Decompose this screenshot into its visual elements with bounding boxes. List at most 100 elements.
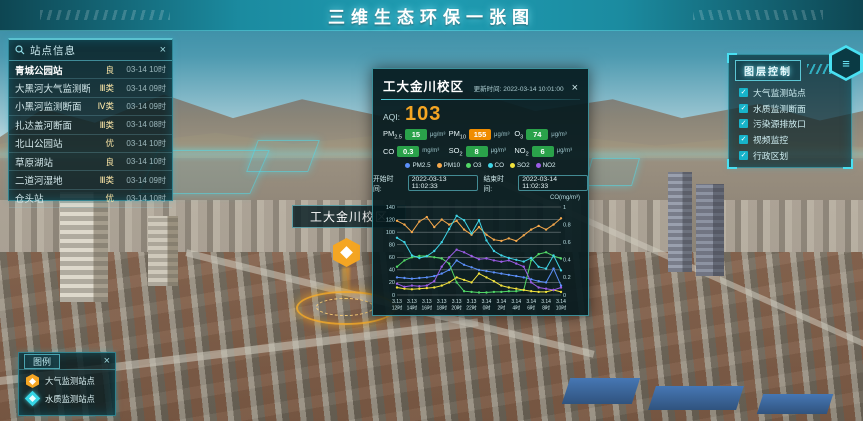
svg-text:140: 140 bbox=[386, 205, 395, 211]
checkbox-checked-icon[interactable]: ✓ bbox=[739, 88, 748, 97]
station-list: 青城公园站良03-14 10时大黑河大气监测断面Ⅲ类03-14 09时小黑河监测… bbox=[9, 61, 172, 208]
svg-text:0: 0 bbox=[392, 293, 395, 299]
station-name: 大黑河大气监测断面 bbox=[15, 81, 90, 95]
station-row[interactable]: 大黑河大气监测断面Ⅲ类03-14 09时 bbox=[9, 79, 172, 97]
svg-text:6时: 6时 bbox=[527, 305, 535, 312]
svg-text:1: 1 bbox=[563, 205, 566, 211]
station-name: 仓头站 bbox=[15, 191, 90, 205]
chart-legend-item[interactable]: O3 bbox=[466, 162, 481, 169]
pollutant-reading: O374μg/m³ bbox=[514, 129, 580, 141]
chart-legend-label: PM2.5 bbox=[412, 162, 430, 169]
blue-roof-warehouse bbox=[562, 378, 640, 404]
legend-title: 图例 bbox=[24, 354, 60, 369]
checkbox-checked-icon[interactable]: ✓ bbox=[739, 119, 748, 128]
station-row[interactable]: 扎达盖河断面Ⅲ类03-14 08时 bbox=[9, 116, 172, 134]
legend-dot-icon bbox=[510, 163, 515, 168]
highlight-wireframe bbox=[246, 140, 320, 172]
pollutant-reading: PM10155μg/m³ bbox=[449, 129, 515, 141]
station-name: 草原湖站 bbox=[15, 155, 90, 169]
checkbox-checked-icon[interactable]: ✓ bbox=[739, 104, 748, 113]
layer-item[interactable]: ✓大气监测站点 bbox=[739, 85, 845, 101]
legend-item-label: 水质监测站点 bbox=[45, 393, 95, 405]
chart-legend: PM2.5 PM10 O3 CO SO2 NO2 bbox=[373, 160, 588, 171]
pollutant-reading: CO0.3mg/m³ bbox=[383, 146, 449, 158]
pollutant-value-badge: 8 bbox=[466, 146, 488, 157]
layers-glyph: ≡ bbox=[832, 48, 860, 78]
svg-text:22时: 22时 bbox=[466, 305, 477, 312]
start-time-input[interactable]: 2022-03-13 11:02:33 bbox=[408, 175, 478, 191]
pollutant-name: O3 bbox=[514, 129, 523, 141]
svg-text:4时: 4时 bbox=[512, 305, 520, 312]
checkbox-checked-icon[interactable]: ✓ bbox=[739, 151, 748, 160]
pollutant-value-badge: 6 bbox=[532, 146, 554, 157]
station-value: 优 bbox=[90, 192, 114, 204]
search-icon bbox=[15, 45, 25, 55]
aqi-row: AQI: 103 bbox=[373, 100, 588, 127]
end-time-label: 结束时间: bbox=[484, 173, 513, 193]
time-range-row: 开始时间: 2022-03-13 11:02:33 结束时间: 2022-03-… bbox=[373, 171, 588, 194]
pollutant-unit: μg/m³ bbox=[551, 132, 566, 138]
aqi-label: AQI: bbox=[383, 112, 400, 122]
station-name: 北山公园站 bbox=[15, 136, 90, 150]
update-time-value: 2022-03-14 10:01:00 bbox=[503, 86, 563, 93]
header-decoration bbox=[693, 10, 823, 20]
layer-item[interactable]: ✓污染源排放口 bbox=[739, 116, 845, 132]
app-root: 工大金川校区 三维生态环保一张图 站点信息 × 青城公园站良03-14 10时大… bbox=[0, 0, 863, 421]
svg-text:0时: 0时 bbox=[483, 305, 491, 312]
svg-text:3.13: 3.13 bbox=[422, 299, 432, 305]
pollutant-value-badge: 0.3 bbox=[397, 146, 419, 157]
svg-text:0.2: 0.2 bbox=[563, 275, 571, 281]
pollutant-name: SO2 bbox=[449, 146, 463, 158]
pollutant-value-badge: 15 bbox=[405, 129, 427, 140]
close-icon[interactable]: × bbox=[104, 356, 110, 367]
air-station-icon bbox=[26, 374, 39, 388]
station-value: Ⅳ类 bbox=[90, 100, 114, 112]
station-value: Ⅲ类 bbox=[90, 174, 114, 186]
close-icon[interactable]: × bbox=[570, 82, 580, 94]
checkbox-checked-icon[interactable]: ✓ bbox=[739, 135, 748, 144]
pollutant-name: PM10 bbox=[449, 129, 466, 141]
panel-corner bbox=[727, 159, 737, 169]
chart-legend-item[interactable]: NO2 bbox=[536, 162, 556, 169]
close-icon[interactable]: × bbox=[160, 45, 166, 56]
station-row[interactable]: 小黑河监测断面Ⅳ类03-14 09时 bbox=[9, 98, 172, 116]
highlight-wireframe bbox=[584, 158, 640, 186]
station-time: 03-14 10时 bbox=[114, 193, 166, 204]
station-row[interactable]: 青城公园站良03-14 10时 bbox=[9, 61, 172, 79]
layer-item[interactable]: ✓视频监控 bbox=[739, 132, 845, 148]
pollutant-name: NO2 bbox=[514, 146, 528, 158]
end-time-input[interactable]: 2022-03-14 11:02:33 bbox=[518, 175, 588, 191]
update-time: 更新时间: 2022-03-14 10:01:00 bbox=[470, 83, 564, 93]
station-row[interactable]: 仓头站优03-14 10时 bbox=[9, 190, 172, 208]
chart-legend-item[interactable]: PM2.5 bbox=[405, 162, 430, 169]
station-row[interactable]: 二道河湿地Ⅲ类03-14 09时 bbox=[9, 171, 172, 189]
svg-text:120: 120 bbox=[386, 217, 395, 223]
station-time: 03-14 08时 bbox=[114, 119, 166, 130]
pollutant-unit: μg/m³ bbox=[491, 148, 506, 154]
map-legend-panel: 图例 × 大气监测站点水质监测站点 bbox=[18, 352, 116, 416]
station-value: 良 bbox=[90, 156, 114, 168]
station-row[interactable]: 北山公园站优03-14 10时 bbox=[9, 135, 172, 153]
station-time: 03-14 09时 bbox=[114, 175, 166, 186]
station-time: 03-14 10时 bbox=[114, 138, 166, 149]
station-row[interactable]: 草原湖站良03-14 10时 bbox=[9, 153, 172, 171]
water-station-icon bbox=[25, 391, 41, 407]
station-name: 二道河湿地 bbox=[15, 173, 90, 187]
svg-text:3.13: 3.13 bbox=[437, 299, 447, 305]
chart-legend-item[interactable]: CO bbox=[488, 162, 504, 169]
station-detail-popup: 工大金川校区 更新时间: 2022-03-14 10:01:00 × AQI: … bbox=[372, 68, 589, 316]
svg-text:0.6: 0.6 bbox=[563, 240, 571, 246]
svg-text:16时: 16时 bbox=[422, 305, 433, 312]
pollutant-name: PM2.5 bbox=[383, 129, 402, 141]
chart-legend-item[interactable]: SO2 bbox=[510, 162, 530, 169]
chart-legend-label: PM10 bbox=[444, 162, 460, 169]
svg-text:2时: 2时 bbox=[497, 305, 505, 312]
aqi-value: 103 bbox=[405, 103, 441, 126]
blue-roof-warehouse bbox=[648, 386, 744, 410]
layer-item[interactable]: ✓行政区划 bbox=[739, 147, 845, 163]
station-list-header: 站点信息 × bbox=[9, 40, 172, 61]
chart-legend-label: SO2 bbox=[517, 162, 530, 169]
station-list-panel: 站点信息 × 青城公园站良03-14 10时大黑河大气监测断面Ⅲ类03-14 0… bbox=[8, 38, 173, 201]
layer-item[interactable]: ✓水质监测断面 bbox=[739, 101, 845, 117]
chart-legend-item[interactable]: PM10 bbox=[437, 162, 460, 169]
